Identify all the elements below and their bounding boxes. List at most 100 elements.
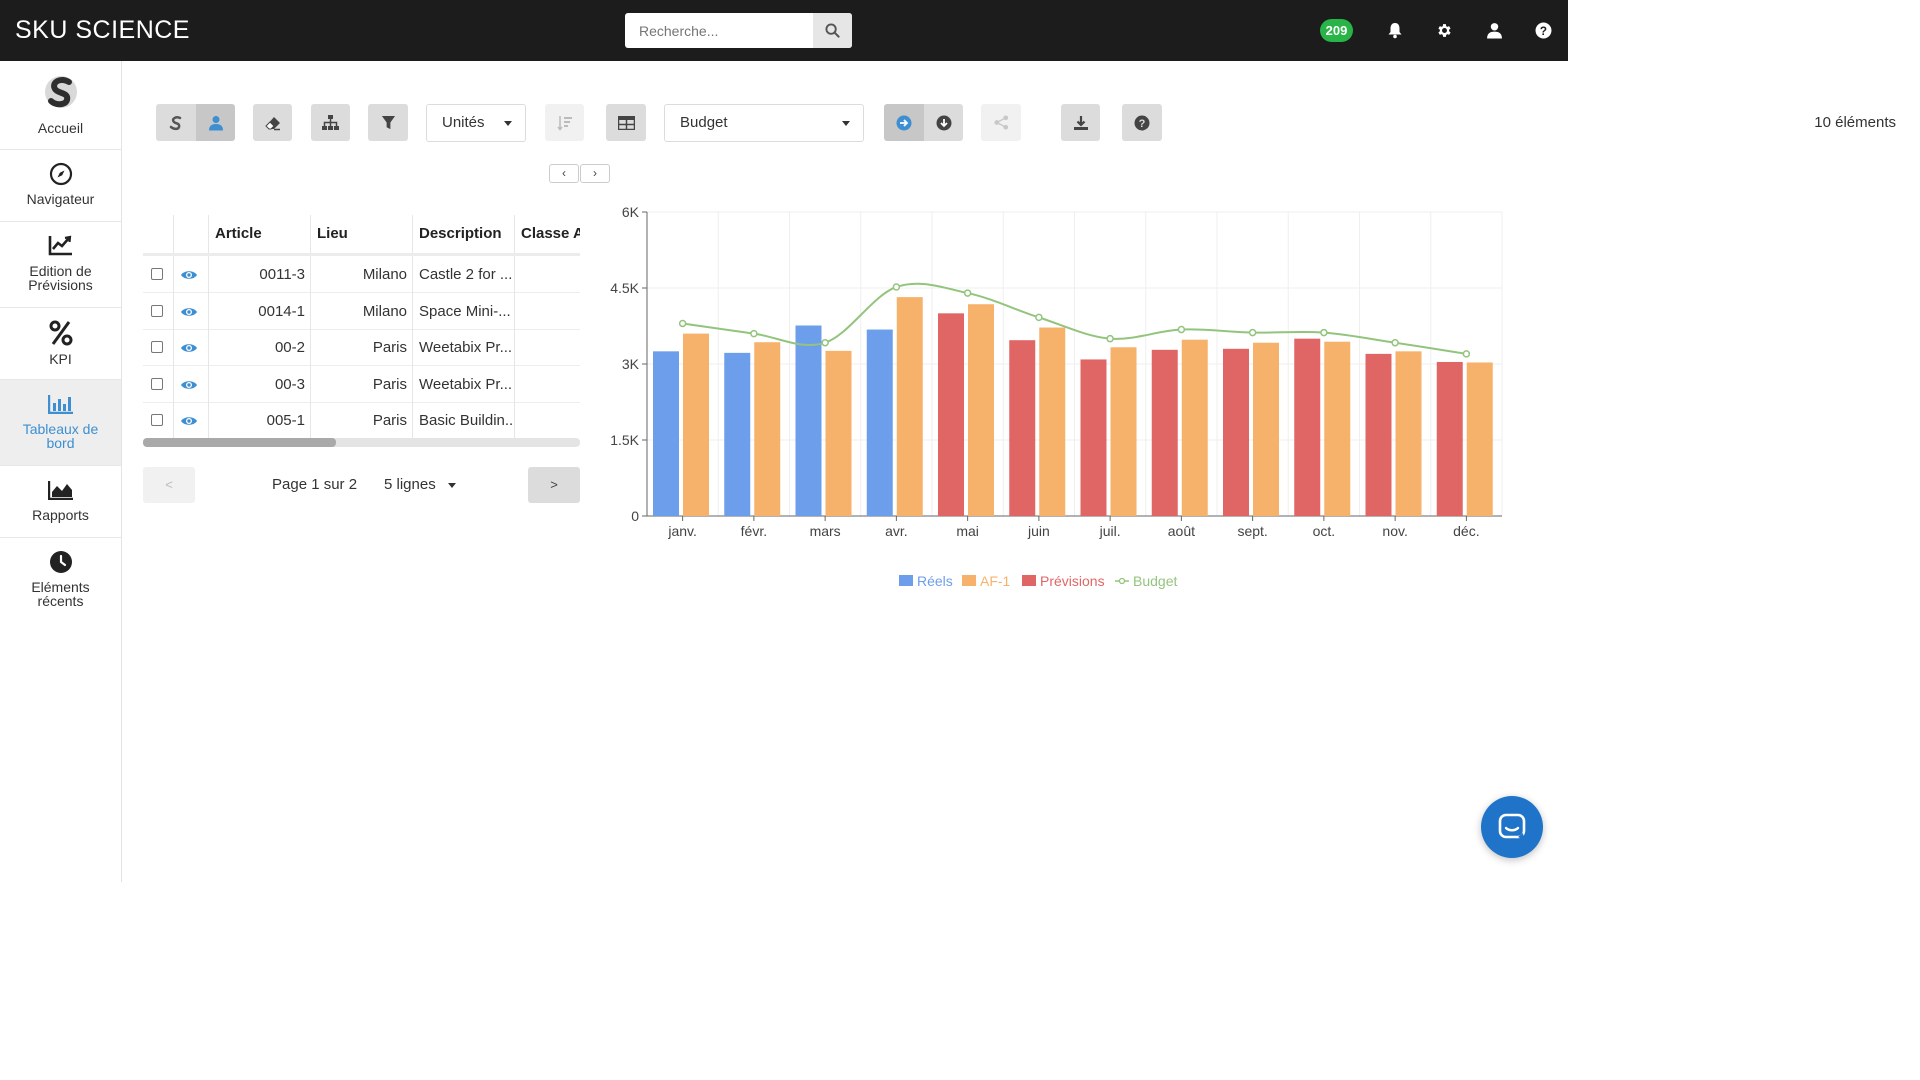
- sidebar-item-elements-recents[interactable]: Eléments récents: [0, 538, 121, 624]
- chat-button[interactable]: [1481, 796, 1543, 858]
- bar-af-1[interactable]: [896, 297, 923, 516]
- column-header-article[interactable]: Article: [209, 215, 311, 253]
- user-view-button[interactable]: [196, 104, 235, 141]
- budget-point[interactable]: [1391, 338, 1399, 347]
- bar-prévisions[interactable]: [1080, 359, 1107, 516]
- filter-button[interactable]: [368, 104, 408, 141]
- arrow-right-button[interactable]: [884, 104, 924, 141]
- bar-af-1[interactable]: [683, 333, 709, 516]
- budget-point[interactable]: [1035, 313, 1043, 322]
- table-row[interactable]: 0014-1 Milano Space Mini-...: [143, 292, 580, 330]
- bar-réels[interactable]: [795, 325, 822, 516]
- share-button[interactable]: [981, 104, 1021, 141]
- next-page-button[interactable]: >: [528, 467, 580, 503]
- row-checkbox[interactable]: [151, 414, 163, 427]
- bar-af-1[interactable]: [1466, 362, 1493, 516]
- bar-prévisions[interactable]: [1151, 349, 1178, 516]
- sidebar-item-kpi[interactable]: KPI: [0, 308, 121, 380]
- bar-réels[interactable]: [724, 352, 751, 516]
- legend-label[interactable]: Réels: [917, 573, 953, 589]
- table-row[interactable]: 005-1 Paris Basic Buildin...: [143, 402, 580, 438]
- chevron-right-button[interactable]: ›: [580, 164, 610, 183]
- bar-af-1[interactable]: [825, 350, 852, 516]
- percent-icon: [0, 320, 121, 346]
- unit-select[interactable]: Unités: [426, 104, 526, 142]
- legend-label[interactable]: Budget: [1133, 573, 1177, 589]
- sidebar-item-tableaux-de-bord[interactable]: Tableaux de bord: [0, 380, 121, 466]
- budget-point[interactable]: [963, 289, 972, 297]
- sidebar-item-rapports[interactable]: Rapports: [0, 466, 121, 538]
- chevron-left-button[interactable]: ‹: [549, 164, 579, 183]
- sidebar-item-navigateur[interactable]: Navigateur: [0, 150, 121, 222]
- brand-logo[interactable]: SKU SCIENCE: [15, 16, 190, 45]
- bar-réels[interactable]: [866, 329, 893, 516]
- bar-prévisions[interactable]: [1436, 361, 1463, 516]
- row-checkbox[interactable]: [151, 377, 163, 390]
- bar-af-1[interactable]: [968, 304, 994, 516]
- table-icon: [617, 115, 635, 130]
- hierarchy-button[interactable]: [311, 104, 350, 141]
- sidebar-item-edition-previsions[interactable]: Edition de Prévisions: [0, 222, 121, 308]
- bar-prévisions[interactable]: [1009, 340, 1036, 516]
- sku-view-button[interactable]: [156, 104, 196, 141]
- budget-point[interactable]: [1177, 325, 1186, 334]
- bar-af-1[interactable]: [754, 342, 781, 516]
- budget-point[interactable]: [1462, 350, 1471, 358]
- sort-button[interactable]: [545, 104, 584, 141]
- bar-prévisions[interactable]: [1223, 348, 1249, 516]
- eraser-button[interactable]: [253, 104, 292, 141]
- bar-prévisions[interactable]: [1294, 338, 1321, 516]
- eye-icon[interactable]: [180, 379, 198, 391]
- table-row[interactable]: 00-2 Paris Weetabix Pr...: [143, 329, 580, 367]
- sidebar-item-accueil[interactable]: Accueil: [0, 61, 121, 150]
- help-button[interactable]: ?: [1122, 104, 1162, 141]
- eye-icon[interactable]: [180, 342, 198, 354]
- search-button[interactable]: [813, 13, 852, 48]
- sidebar-item-label: Tableaux de bord: [22, 421, 99, 451]
- arrow-down-button[interactable]: [924, 104, 963, 141]
- budget-point[interactable]: [1320, 328, 1328, 337]
- budget-point[interactable]: [1248, 328, 1257, 337]
- bar-af-1[interactable]: [1324, 341, 1351, 516]
- budget-point[interactable]: [678, 319, 687, 328]
- bar-af-1[interactable]: [1181, 339, 1208, 516]
- bar-réels[interactable]: [653, 351, 679, 516]
- bar-prévisions[interactable]: [1365, 353, 1392, 516]
- bar-af-1[interactable]: [1395, 351, 1422, 516]
- bar-af-1[interactable]: [1110, 347, 1137, 516]
- search-input[interactable]: [625, 13, 812, 48]
- horizontal-scrollbar[interactable]: [143, 438, 580, 447]
- column-header-lieu[interactable]: Lieu: [311, 215, 413, 253]
- bar-prévisions[interactable]: [938, 313, 964, 516]
- table-row[interactable]: 00-3 Paris Weetabix Pr...: [143, 365, 580, 403]
- row-checkbox[interactable]: [151, 304, 163, 317]
- compare-select[interactable]: Budget: [664, 104, 864, 142]
- cell-description: Weetabix Pr...: [413, 365, 515, 403]
- bell-icon[interactable]: [1385, 20, 1405, 40]
- rows-per-page-select[interactable]: 5 lignes: [384, 476, 456, 493]
- column-header-description[interactable]: Description: [413, 215, 515, 253]
- notification-count-badge[interactable]: 209: [1320, 19, 1353, 42]
- table-view-button[interactable]: [606, 104, 646, 141]
- table-row[interactable]: 0011-3 Milano Castle 2 for ...: [143, 256, 580, 293]
- user-icon[interactable]: [1484, 20, 1504, 40]
- budget-point[interactable]: [750, 329, 758, 338]
- legend-label[interactable]: AF-1: [980, 573, 1011, 589]
- budget-point[interactable]: [821, 338, 829, 347]
- download-button[interactable]: [1061, 104, 1100, 141]
- budget-point[interactable]: [892, 283, 901, 291]
- eye-icon[interactable]: [180, 415, 198, 427]
- column-header-classe-abc[interactable]: Classe AB: [515, 215, 580, 253]
- budget-point[interactable]: [1106, 334, 1114, 343]
- row-checkbox[interactable]: [151, 341, 163, 354]
- legend-label[interactable]: Prévisions: [1040, 573, 1105, 589]
- scrollbar-thumb[interactable]: [143, 438, 336, 447]
- bar-af-1[interactable]: [1039, 327, 1066, 516]
- previous-page-button[interactable]: <: [143, 467, 195, 503]
- eye-icon[interactable]: [180, 306, 198, 318]
- eye-icon[interactable]: [180, 269, 198, 281]
- help-icon[interactable]: ?: [1533, 20, 1553, 40]
- bar-af-1[interactable]: [1253, 342, 1279, 516]
- row-checkbox[interactable]: [151, 268, 163, 280]
- gear-icon[interactable]: [1434, 20, 1454, 40]
